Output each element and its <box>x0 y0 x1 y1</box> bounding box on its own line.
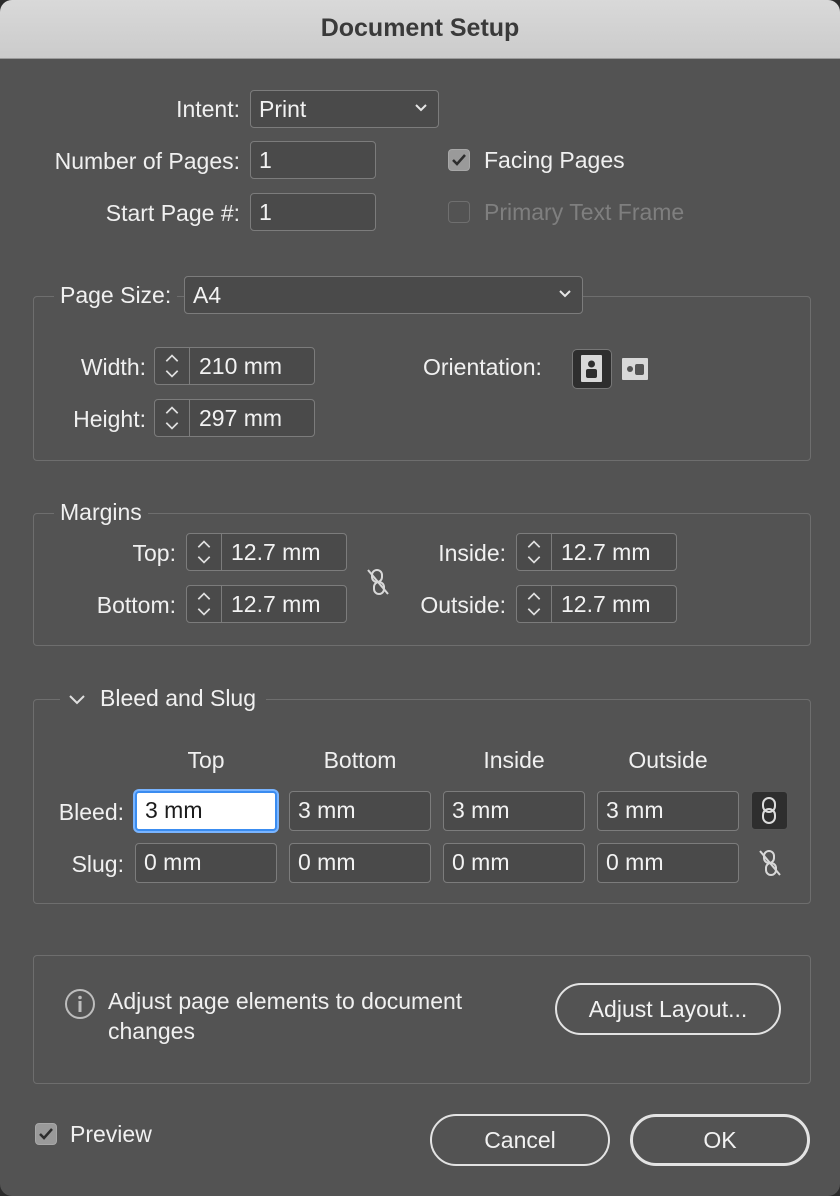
info-icon <box>64 988 96 1020</box>
cancel-button[interactable]: Cancel <box>430 1114 610 1166</box>
margin-outside-value: 12.7 mm <box>561 591 651 617</box>
dialog-title: Document Setup <box>320 14 520 42</box>
stepper-arrows-icon[interactable] <box>155 400 190 436</box>
primary-text-frame-checkbox[interactable] <box>448 201 470 223</box>
portrait-icon <box>581 355 602 382</box>
stepper-arrows-icon[interactable] <box>517 534 552 570</box>
pages-input[interactable]: 1 <box>250 141 376 179</box>
margin-inside-stepper[interactable]: 12.7 mm <box>516 533 677 571</box>
margin-bottom-stepper[interactable]: 12.7 mm <box>186 585 347 623</box>
checkmark-icon <box>39 1128 53 1140</box>
height-label: Height: <box>73 406 146 432</box>
page-size-value: A4 <box>193 282 222 308</box>
facing-pages-checkbox[interactable] <box>448 149 470 171</box>
bleed-label: Bleed: <box>58 799 124 825</box>
landscape-icon <box>622 358 648 380</box>
page-size-group <box>33 296 811 461</box>
slug-inside-input[interactable]: 0 mm <box>443 843 585 883</box>
intent-value: Print <box>259 96 307 122</box>
margin-outside-label: Outside: <box>420 592 506 618</box>
bleed-outside-input[interactable]: 3 mm <box>597 791 739 831</box>
margin-bottom-value: 12.7 mm <box>231 591 321 617</box>
link-icon <box>762 797 776 824</box>
width-value: 210 mm <box>199 353 283 379</box>
slug-top-input[interactable]: 0 mm <box>135 843 277 883</box>
margins-group <box>33 513 811 646</box>
slug-bottom-input[interactable]: 0 mm <box>289 843 431 883</box>
margin-outside-stepper[interactable]: 12.7 mm <box>516 585 677 623</box>
portrait-orientation-button[interactable] <box>572 349 612 389</box>
column-header-outside: Outside <box>628 747 708 773</box>
adjust-message-line1: Adjust page elements to document <box>108 988 463 1014</box>
width-label: Width: <box>80 354 146 380</box>
margin-top-stepper[interactable]: 12.7 mm <box>186 533 347 571</box>
primary-text-frame-label: Primary Text Frame <box>484 199 685 225</box>
bleed-slug-title: Bleed and Slug <box>100 685 257 711</box>
chevron-down-icon <box>415 104 427 112</box>
orientation-label: Orientation: <box>423 354 542 380</box>
chevron-down-icon <box>69 695 85 705</box>
margin-top-value: 12.7 mm <box>231 539 321 565</box>
bleed-top-input[interactable]: 3 mm <box>135 791 277 831</box>
stepper-arrows-icon[interactable] <box>187 586 222 622</box>
checkmark-icon <box>452 154 466 166</box>
adjust-message-line2: changes <box>108 1018 195 1044</box>
width-stepper[interactable]: 210 mm <box>154 347 315 385</box>
stepper-arrows-icon[interactable] <box>517 586 552 622</box>
document-setup-dialog: Document Setup Intent: Print Number of P… <box>0 0 840 1196</box>
page-size-label: Page Size: <box>54 282 178 309</box>
margin-bottom-label: Bottom: <box>96 592 176 618</box>
stepper-arrows-icon[interactable] <box>155 348 190 384</box>
column-header-inside: Inside <box>483 747 545 773</box>
start-page-input[interactable]: 1 <box>250 193 376 231</box>
bleed-bottom-input[interactable]: 3 mm <box>289 791 431 831</box>
slug-unlink-button[interactable] <box>756 847 784 879</box>
adjust-layout-button[interactable]: Adjust Layout... <box>555 983 781 1035</box>
margins-unlink-button[interactable] <box>364 566 392 598</box>
broken-link-icon <box>759 850 781 876</box>
slug-outside-input[interactable]: 0 mm <box>597 843 739 883</box>
bleed-slug-header[interactable]: Bleed and Slug <box>60 685 267 712</box>
margin-top-label: Top: <box>132 540 176 566</box>
margin-inside-value: 12.7 mm <box>561 539 651 565</box>
preview-label: Preview <box>70 1121 152 1147</box>
title-bar: Document Setup <box>0 0 840 59</box>
start-page-label: Start Page #: <box>105 200 240 226</box>
ok-button[interactable]: OK <box>630 1114 810 1166</box>
stepper-arrows-icon[interactable] <box>187 534 222 570</box>
page-size-select[interactable]: A4 <box>184 276 583 314</box>
margins-title: Margins <box>54 499 148 526</box>
landscape-orientation-button[interactable] <box>620 354 650 386</box>
chevron-down-icon <box>559 290 571 298</box>
preview-checkbox[interactable] <box>35 1123 57 1145</box>
height-value: 297 mm <box>199 405 283 431</box>
facing-pages-label: Facing Pages <box>484 147 625 173</box>
broken-link-icon <box>367 569 389 595</box>
bleed-link-button[interactable] <box>751 791 788 830</box>
column-header-top: Top <box>187 747 225 773</box>
intent-label: Intent: <box>176 96 240 122</box>
adjust-message: Adjust page elements to document changes <box>108 986 462 1046</box>
bleed-inside-input[interactable]: 3 mm <box>443 791 585 831</box>
height-stepper[interactable]: 297 mm <box>154 399 315 437</box>
column-header-bottom: Bottom <box>323 747 397 773</box>
pages-label: Number of Pages: <box>54 148 240 174</box>
margin-inside-label: Inside: <box>438 540 506 566</box>
intent-select[interactable]: Print <box>250 90 439 128</box>
slug-label: Slug: <box>71 851 124 877</box>
